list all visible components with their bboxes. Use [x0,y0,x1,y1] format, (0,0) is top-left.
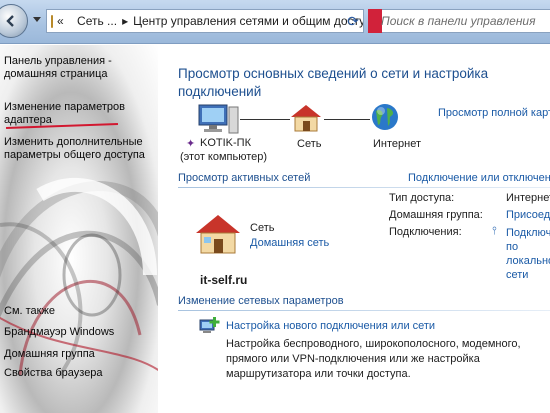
sidebar-item-adapter-settings[interactable]: Изменение параметров адаптера [4,101,144,127]
sidebar-link-firewall[interactable]: Брандмауэр Windows [4,326,114,339]
link-line [324,119,370,120]
breadcrumb-separator [69,14,72,28]
search-placeholder: Поиск в панели управления [381,14,536,28]
history-dropdown-icon[interactable] [33,17,41,22]
homegroup-label: Домашняя группа: [389,209,483,221]
main-panel: Просмотр основных сведений о сети и наст… [158,45,550,413]
sidebar-item-control-panel-home[interactable]: Панель управления - домашняя страница [4,55,144,81]
address-bar[interactable]: « Сеть ... ▸ Центр управления сетями и о… [46,9,364,33]
breadcrumb-network[interactable]: Сеть ... [77,14,117,28]
full-map-link[interactable]: Просмотр полной карты [438,107,550,119]
divider [178,187,550,188]
access-type-value: Интернет [506,192,550,204]
address-toolbar: « Сеть ... ▸ Центр управления сетями и о… [0,0,550,44]
watermark: it-self.ru [200,273,248,287]
sidebar-item-sharing-settings[interactable]: Изменить дополнительные параметры общего… [4,136,154,162]
new-connection-link[interactable]: Настройка нового подключения или сети [226,320,435,332]
home-network-icon [291,105,321,132]
divider [178,310,550,311]
ethernet-icon: ⫯ [492,225,497,237]
connections-label: Подключения: [389,226,462,238]
active-networks-heading: Просмотр активных сетей [178,172,311,184]
breadcrumb-sharing-center[interactable]: Центр управления сетями и общим доступом [133,14,363,28]
new-connection-description: Настройка беспроводного, широкополосного… [226,338,521,380]
control-panel-icon [51,14,53,28]
link-line [240,119,290,120]
home-network-large-icon [196,215,240,254]
page-title: Просмотр основных сведений о сети и наст… [178,66,489,99]
internet-globe-icon [372,104,398,130]
search-input[interactable]: Поиск в панели управления [368,9,550,33]
search-marker [368,9,382,33]
computer-name: KOTIK-ПК [200,137,251,149]
lan-connection-link[interactable]: Подключение по локальной сети [506,226,550,282]
sidebar: Панель управления - домашняя страница Из… [0,45,158,413]
sidebar-link-homegroup[interactable]: Домашняя группа [4,348,95,361]
computer-icon [198,104,239,134]
breadcrumb-root[interactable]: « [57,14,64,28]
arrow-left-icon [6,15,14,27]
chevron-right-icon[interactable]: ▸ [122,14,128,28]
network-label: Сеть [297,138,322,150]
network-type-link[interactable]: Домашняя сеть [250,237,329,249]
connect-disconnect-link[interactable]: Подключение или отключение [408,172,550,184]
computer-subtitle: (этот компьютер) [180,151,268,163]
access-type-label: Тип доступа: [389,192,455,204]
computer-badge-icon: ✦ [186,138,196,150]
change-settings-heading: Изменение сетевых параметров [178,295,344,307]
internet-label: Интернет [373,138,421,150]
homegroup-join-link[interactable]: Присоединиться [506,209,550,221]
refresh-icon[interactable]: ⟳ [344,12,362,30]
sidebar-link-internet-options[interactable]: Свойства браузера [4,367,103,380]
back-button[interactable] [0,4,28,38]
see-also-title: См. также [4,305,55,317]
network-name: Сеть [250,222,275,234]
new-connection-icon [199,317,220,333]
